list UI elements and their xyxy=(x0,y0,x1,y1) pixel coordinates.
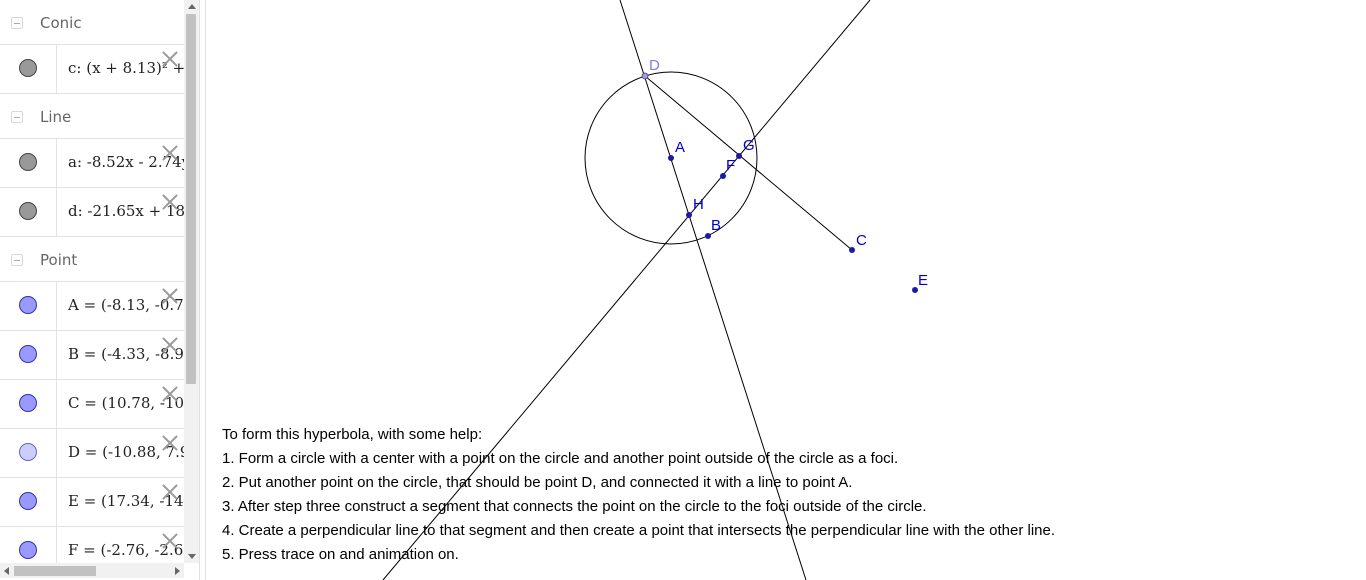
scroll-left-icon[interactable] xyxy=(4,567,9,575)
point-A[interactable] xyxy=(668,155,674,161)
delete-icon[interactable] xyxy=(160,482,180,502)
algebra-row-B[interactable]: B = (-4.33, -8.96) xyxy=(0,331,184,380)
visibility-marble-B[interactable] xyxy=(19,345,37,363)
algebra-list: Conic c: (x + 8.13)² + (y + 0.7 Line a: … xyxy=(0,0,184,563)
segment-DC[interactable] xyxy=(644,75,853,251)
point-label-H: H xyxy=(693,196,704,213)
category-conic-label: Conic xyxy=(40,14,82,32)
point-label-E: E xyxy=(918,272,928,289)
horizontal-scroll-thumb[interactable] xyxy=(14,566,96,576)
visibility-marble-C[interactable] xyxy=(19,394,37,412)
algebra-row-d[interactable]: d: -21.65x + 18.97y = 371 xyxy=(0,188,184,237)
point-C[interactable] xyxy=(849,247,855,253)
delete-icon[interactable] xyxy=(160,335,180,355)
collapse-conic-toggle[interactable] xyxy=(11,17,23,29)
delete-icon[interactable] xyxy=(160,192,180,212)
algebra-row-D[interactable]: D = (-10.88, 7.99) xyxy=(0,429,184,478)
instruction-step-4: 4. Create a perpendicular line to that s… xyxy=(222,522,1056,539)
category-point-label: Point xyxy=(40,251,78,269)
instruction-heading: To form this hyperbola, with some help: xyxy=(222,426,483,443)
vertical-scroll-thumb[interactable] xyxy=(186,14,196,384)
point-label-C: C xyxy=(856,232,867,249)
algebra-view: Conic c: (x + 8.13)² + (y + 0.7 Line a: … xyxy=(0,0,199,580)
instructions-text-block[interactable]: To form this hyperbola, with some help: … xyxy=(222,426,1055,570)
instruction-step-5: 5. Press trace on and animation on. xyxy=(222,546,459,563)
algebra-row-E[interactable]: E = (17.34, -14.6) xyxy=(0,478,184,527)
collapse-point-toggle[interactable] xyxy=(11,254,23,266)
point-D[interactable] xyxy=(641,72,649,80)
instruction-step-1: 1. Form a circle with a center with a po… xyxy=(222,450,899,467)
vertical-scrollbar[interactable] xyxy=(184,0,199,563)
point-label-A: A xyxy=(675,139,685,156)
algebra-row-A[interactable]: A = (-8.13, -0.7) xyxy=(0,282,184,331)
algebra-row-F[interactable]: F = (-2.76, -2.67) xyxy=(0,527,184,563)
delete-icon[interactable] xyxy=(160,531,180,551)
point-label-G: G xyxy=(743,137,755,154)
algebra-row-C[interactable]: C = (10.78, -10.35) xyxy=(0,380,184,429)
point-H[interactable] xyxy=(686,212,692,218)
horizontal-scrollbar[interactable] xyxy=(0,563,184,578)
visibility-marble-F[interactable] xyxy=(19,541,37,559)
category-point: Point xyxy=(0,237,184,282)
point-label-B: B xyxy=(711,217,721,234)
delete-icon[interactable] xyxy=(160,384,180,404)
point-label-F: F xyxy=(726,157,735,174)
instruction-step-2: 2. Put another point on the circle, that… xyxy=(222,474,853,491)
scroll-up-icon[interactable] xyxy=(188,4,196,9)
category-conic: Conic xyxy=(0,0,184,45)
instruction-step-3: 3. After step three construct a segment … xyxy=(222,498,927,515)
scroll-right-icon[interactable] xyxy=(175,567,180,575)
point-label-D: D xyxy=(649,57,660,74)
view-divider[interactable] xyxy=(199,0,206,580)
point-G[interactable] xyxy=(736,153,742,159)
delete-icon[interactable] xyxy=(160,49,180,69)
algebra-row-a[interactable]: a: -8.52x - 2.74y = -93.22 xyxy=(0,139,184,188)
category-line: Line xyxy=(0,94,184,139)
visibility-marble-A[interactable] xyxy=(19,296,37,314)
delete-icon[interactable] xyxy=(160,286,180,306)
graphics-view[interactable]: A B C D E F G H To form this hyperbola, … xyxy=(206,0,1366,580)
scroll-down-icon[interactable] xyxy=(188,554,196,559)
visibility-marble-c[interactable] xyxy=(19,59,37,77)
visibility-marble-D[interactable] xyxy=(19,443,37,461)
algebra-row-c[interactable]: c: (x + 8.13)² + (y + 0.7 xyxy=(0,45,184,94)
delete-icon[interactable] xyxy=(160,433,180,453)
visibility-marble-d[interactable] xyxy=(19,202,37,220)
collapse-line-toggle[interactable] xyxy=(11,111,23,123)
visibility-marble-a[interactable] xyxy=(19,153,37,171)
delete-icon[interactable] xyxy=(160,143,180,163)
category-line-label: Line xyxy=(40,108,72,126)
visibility-marble-E[interactable] xyxy=(19,492,37,510)
